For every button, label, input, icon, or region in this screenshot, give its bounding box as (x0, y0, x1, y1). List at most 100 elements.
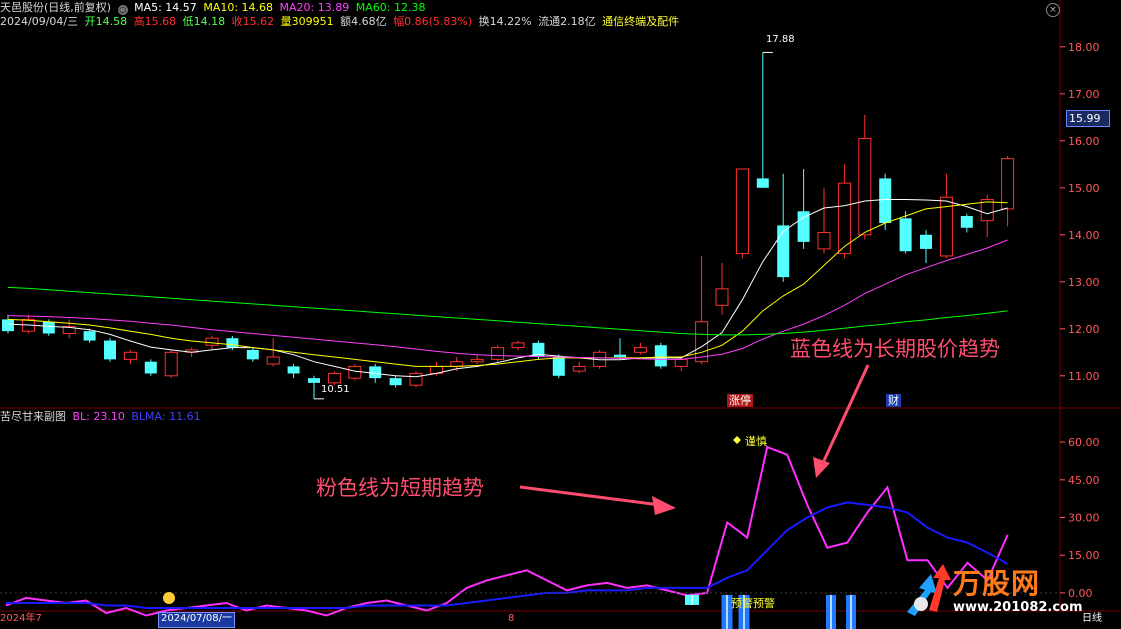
candle-body-up (123, 351, 137, 360)
axis-date-cursor: 2024/07/08/一 (158, 612, 236, 628)
blma-line (6, 501, 1009, 609)
bl-line (5, 445, 1009, 617)
sub-chart-header: 苦尽甘来副图 BL: 23.10 BLMA: 11.61 (0, 410, 204, 424)
candle-body-up (695, 321, 709, 363)
quote-header: 2024/09/04/三 开14.58 高15.68 低14.18 收15.62… (0, 15, 682, 29)
candle-body-down (389, 378, 402, 386)
annotation-pink-line: 粉色线为短期趋势 (316, 476, 484, 500)
candle-body-down (2, 319, 14, 332)
candle-body-down (226, 338, 239, 348)
quote-open: 开14.58 (84, 15, 128, 28)
candle-body-down (614, 354, 626, 357)
candle-body-up (1001, 158, 1015, 210)
price-tick-label: 11.00 (1068, 370, 1100, 383)
quote-float: 流通2.18亿 (538, 15, 596, 28)
candle-body-up (164, 351, 178, 377)
candle-body-up (674, 358, 688, 367)
price-tick-label: 17.00 (1068, 88, 1100, 101)
candle-body-down (144, 361, 157, 374)
high-price-label: 17.88 (766, 34, 795, 45)
candle-body-down (104, 340, 116, 360)
quote-close: 收15.62 (231, 15, 275, 28)
ma60-line (7, 286, 1008, 336)
blma-value: BLMA: 11.61 (131, 410, 201, 423)
price-tick-label: 18.00 (1068, 41, 1100, 54)
candle-body-down (246, 349, 259, 360)
candle-body-up (450, 361, 464, 367)
candle-body-up (858, 137, 872, 236)
ma10-value: MA10: 14.68 (203, 1, 274, 14)
ma20-value: MA20: 13.89 (279, 1, 350, 14)
candle-body-up (735, 168, 749, 255)
candle-body-up (817, 231, 831, 250)
axis-date-start: 2024年7 (0, 613, 42, 624)
quote-turnover: 换14.22% (478, 15, 532, 28)
finance-tag[interactable]: 财 (886, 394, 901, 407)
candle-body-down (287, 366, 300, 374)
price-tick-label: 15.00 (1068, 182, 1100, 195)
quote-amount: 额4.68亿 (340, 15, 387, 28)
annotation-arrow-pink (519, 485, 661, 507)
warning-bar-highlight (830, 594, 832, 629)
close-icon[interactable]: × (1046, 3, 1060, 17)
axis-date-month: 8 (508, 613, 515, 624)
limit-up-tag[interactable]: 涨停 (727, 394, 753, 407)
quote-change: 幅0.86(5.83%) (393, 15, 473, 28)
candle-body-up (491, 347, 505, 360)
warning-label: 预警预警 (731, 597, 775, 610)
candle-body-down (960, 216, 973, 228)
warning-bar-highlight (850, 594, 852, 629)
candle-body-down (777, 225, 790, 278)
low-price-label: 10.51 (321, 384, 350, 395)
candle-body-up (266, 356, 280, 365)
sub-chart-name[interactable]: 苦尽甘来副图 (0, 410, 66, 423)
ma-settings-icon[interactable]: ○ (117, 5, 128, 15)
candle-body-down (756, 178, 769, 188)
annotation-arrowhead-blue (813, 457, 830, 478)
indicator-tick-label: 45.00 (1068, 474, 1100, 487)
annotation-arrowhead-pink (652, 496, 676, 515)
candle-body-down (654, 345, 667, 367)
current-price-tag: 15.99 (1066, 110, 1110, 127)
bl-value: BL: 23.10 (72, 410, 125, 423)
price-tick-label: 16.00 (1068, 135, 1100, 148)
price-tick-label: 13.00 (1068, 276, 1100, 289)
candle-body-up (470, 358, 484, 363)
ma5-value: MA5: 14.57 (134, 1, 197, 14)
quote-date: 2024/09/04/三 (0, 15, 79, 28)
stock-chart[interactable]: 11.00 12.00 13.00 14.00 15.00 16.00 17.00 18.00… (0, 0, 1121, 629)
candle-body-down (899, 218, 912, 252)
quote-volume: 量309951 (280, 15, 334, 28)
quote-low: 低14.18 (182, 15, 226, 28)
candle-body-down (920, 234, 932, 249)
candle-body-down (369, 366, 382, 379)
candle-body-up (511, 342, 525, 349)
candle-body-up (715, 288, 729, 306)
warning-bar-highlight (691, 594, 693, 605)
indicator-tick-label: 60.00 (1068, 436, 1100, 449)
candle-body-down (552, 357, 565, 376)
candle-body-up (205, 337, 219, 346)
s-marker-icon (163, 591, 175, 604)
price-tick-label: 14.00 (1068, 229, 1100, 242)
caution-label: 谨慎 (745, 435, 767, 448)
ma60-value: MA60: 12.38 (355, 1, 426, 14)
annotation-blue-line: 蓝色线为长期股价趋势 (790, 337, 1000, 361)
candle-body-up (409, 372, 423, 386)
logo-text: 万股网 (953, 567, 1041, 600)
stock-name[interactable]: 天邑股份(日线,前复权) (0, 1, 111, 14)
indicator-tick-label: 30.00 (1068, 512, 1100, 525)
logo-url: www.201082.com (953, 600, 1083, 615)
candle-body-down (308, 378, 320, 383)
candle-body-down (83, 331, 96, 341)
candle-body-down (879, 178, 892, 224)
main-chart-header: 天邑股份(日线,前复权) ○ MA5: 14.57 MA10: 14.68 MA… (0, 1, 428, 15)
caution-marker-icon (733, 436, 741, 444)
candle-body-up (348, 365, 362, 379)
candle-body-down (42, 321, 55, 334)
annotation-arrow-blue (820, 364, 870, 466)
candle-body-up (633, 347, 647, 353)
quote-sector[interactable]: 通信终端及配件 (602, 15, 679, 28)
candle-body-up (327, 372, 341, 384)
quote-high: 高15.68 (133, 15, 177, 28)
